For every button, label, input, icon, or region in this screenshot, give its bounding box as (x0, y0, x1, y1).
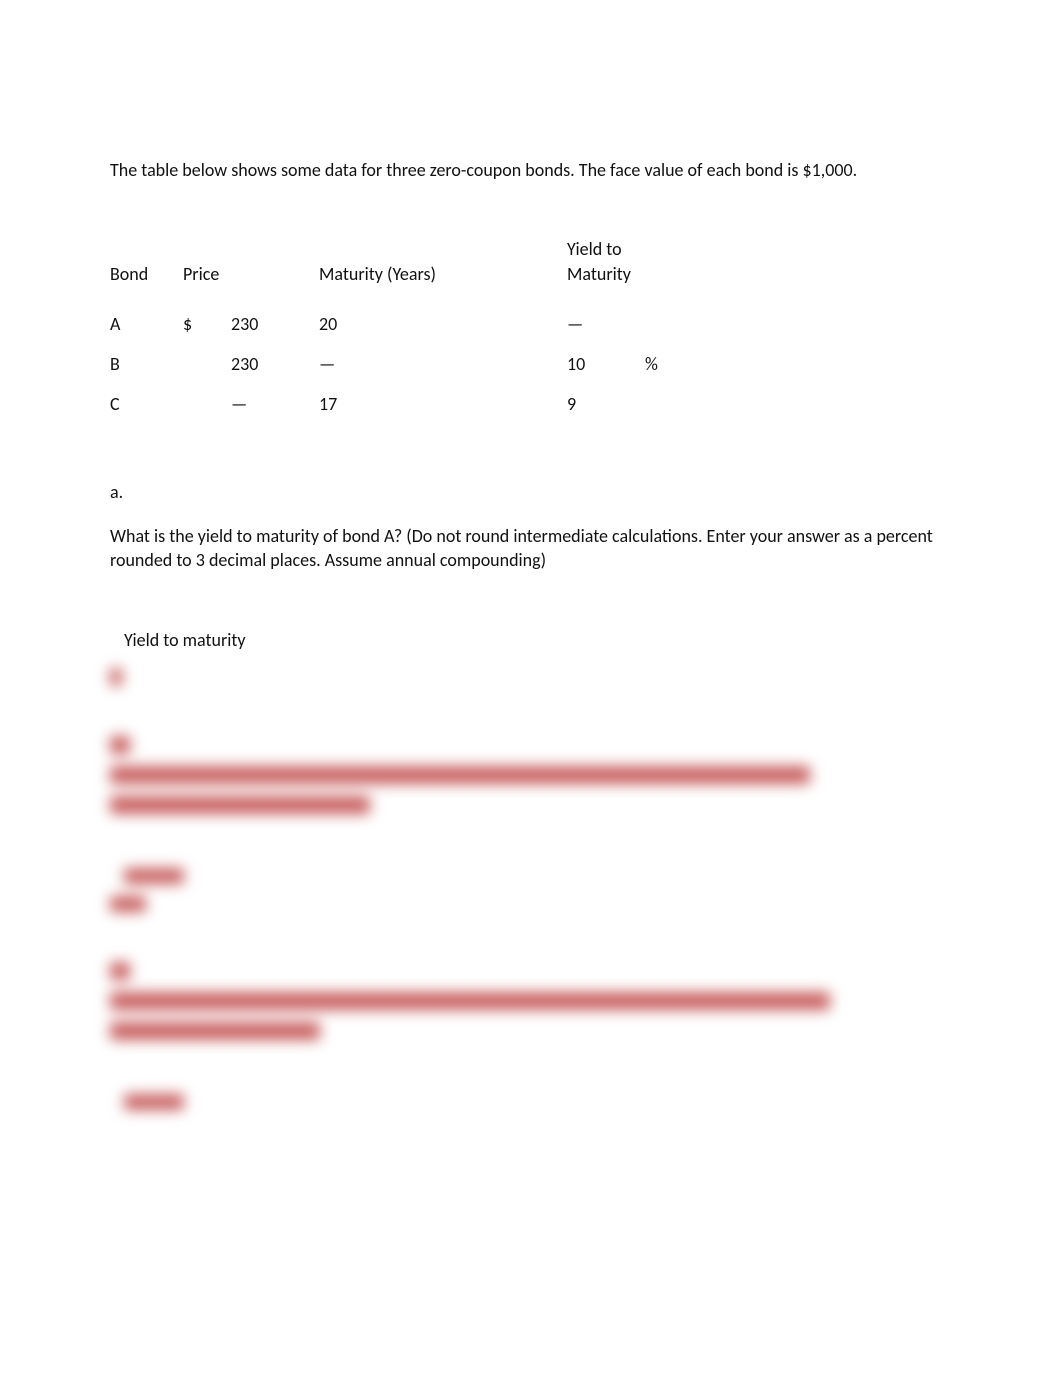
bond-table: Bond Price Maturity (Years) Yield to Mat… (110, 237, 683, 424)
cell-ytm-unit (645, 384, 683, 424)
cell-currency (183, 384, 231, 424)
cell-ytm: 10 (567, 344, 645, 384)
hidden-answer-a (110, 668, 952, 686)
cell-currency (183, 344, 231, 384)
cell-currency: $ (183, 304, 231, 344)
intro-text: The table below shows some data for thre… (110, 158, 952, 182)
th-maturity: Maturity (Years) (319, 237, 567, 304)
cell-ytm: — (567, 304, 645, 344)
cell-price: 230 (231, 304, 319, 344)
th-bond: Bond (110, 237, 183, 304)
cell-price: 230 (231, 344, 319, 384)
table-row: A $ 230 20 — (110, 304, 683, 344)
hidden-part-c (110, 962, 952, 1110)
table-row: C — 17 9 (110, 384, 683, 424)
part-a-letter: a. (110, 480, 952, 504)
cell-maturity: — (319, 344, 567, 384)
th-price: Price (183, 237, 319, 304)
cell-ytm-unit: % (645, 344, 683, 384)
cell-ytm-unit (645, 304, 683, 344)
cell-bond: C (110, 384, 183, 424)
part-a-question: What is the yield to maturity of bond A?… (110, 524, 952, 573)
cell-maturity: 17 (319, 384, 567, 424)
hidden-part-b (110, 736, 952, 912)
cell-price: — (231, 384, 319, 424)
th-ytm: Yield to Maturity (567, 237, 683, 304)
table-row: B 230 — 10 % (110, 344, 683, 384)
cell-ytm: 9 (567, 384, 645, 424)
part-a-answer-label: Yield to maturity (124, 628, 952, 652)
cell-maturity: 20 (319, 304, 567, 344)
cell-bond: A (110, 304, 183, 344)
cell-bond: B (110, 344, 183, 384)
